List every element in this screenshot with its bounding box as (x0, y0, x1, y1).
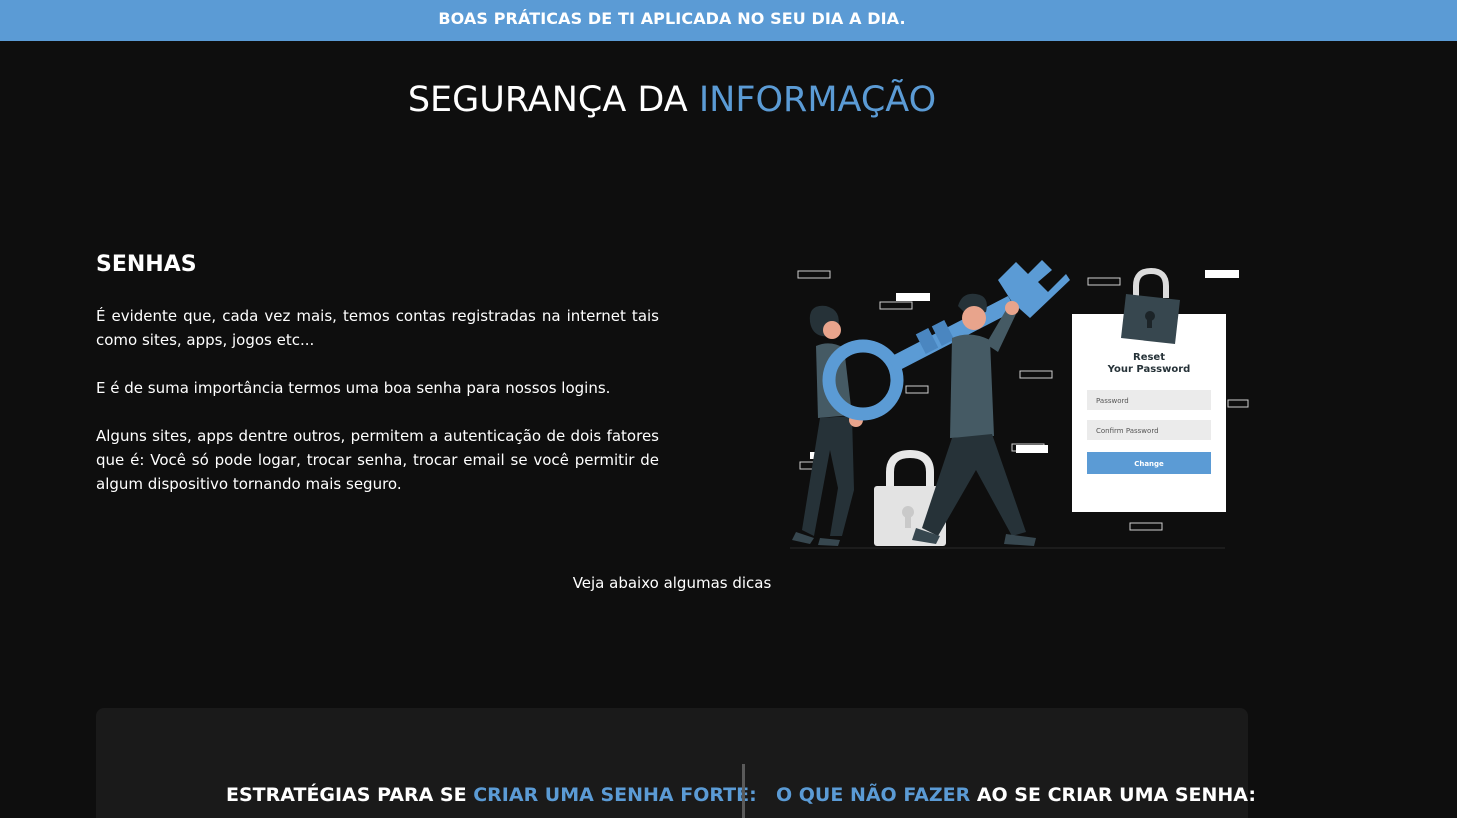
page-title-accent: INFORMAÇÃO (698, 80, 937, 120)
page-title: SEGURANÇA DA INFORMAÇÃO (0, 80, 1344, 120)
strong-tips-prefix: ESTRATÉGIAS PARA SE (226, 784, 474, 806)
password-security-illustration: Reset Your Password Password Confirm Pas… (790, 260, 1249, 549)
card-field-confirm: Confirm Password (1096, 427, 1159, 435)
password-donts-title: O QUE NÃO FAZER AO SE CRIAR UMA SENHA: (776, 784, 1256, 806)
section-paragraph-2: E é de suma importância termos uma boa s… (96, 379, 611, 397)
reset-password-card: Reset Your Password Password Confirm Pas… (1072, 314, 1226, 512)
card-change-button: Change (1134, 460, 1164, 468)
card-lock-icon (1121, 267, 1180, 344)
tips-panel: ESTRATÉGIAS PARA SE CRIAR UMA SENHA FORT… (96, 708, 1256, 818)
banner-text: BOAS PRÁTICAS DE TI APLICADA NO SEU DIA … (438, 9, 906, 28)
donts-suffix: AO SE CRIAR UMA SENHA: (970, 784, 1256, 806)
section-paragraph-3: Alguns sites, apps dentre outros, permit… (96, 427, 659, 493)
column-divider (742, 764, 745, 818)
section-heading: SENHAS (96, 252, 197, 277)
tips-hint-text: Veja abaixo algumas dicas (572, 574, 772, 592)
donts-accent: O QUE NÃO FAZER (776, 784, 971, 806)
card-title-line1: Reset (1133, 352, 1165, 363)
card-title-line2: Your Password (1107, 364, 1191, 375)
strong-tips-accent: CRIAR UMA SENHA FORTE: (473, 784, 757, 806)
section-paragraph-1: É evidente que, cada vez mais, temos con… (96, 307, 659, 349)
card-field-password: Password (1096, 397, 1129, 405)
key-icon (822, 260, 1070, 421)
page-title-main: SEGURANÇA DA (407, 80, 699, 120)
strong-password-tips-title: ESTRATÉGIAS PARA SE CRIAR UMA SENHA FORT… (226, 784, 757, 806)
top-banner: BOAS PRÁTICAS DE TI APLICADA NO SEU DIA … (0, 0, 1457, 41)
